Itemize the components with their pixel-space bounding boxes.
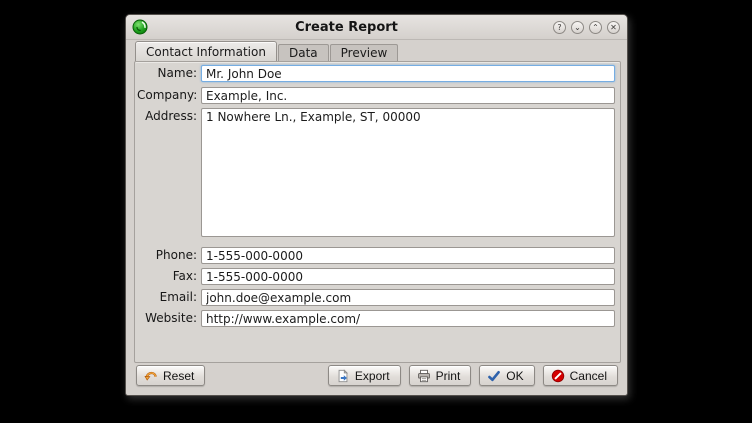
tab-bar: Contact Information Data Preview xyxy=(135,42,399,61)
address-field[interactable]: 1 Nowhere Ln., Example, ST, 00000 xyxy=(201,108,615,237)
website-field[interactable] xyxy=(201,310,615,327)
print-label: Print xyxy=(436,369,461,383)
printer-icon xyxy=(417,369,431,383)
email-label: Email: xyxy=(137,289,197,306)
email-field[interactable] xyxy=(201,289,615,306)
cancel-button[interactable]: Cancel xyxy=(543,365,618,386)
help-button[interactable]: ? xyxy=(553,21,566,34)
fax-label: Fax: xyxy=(137,268,197,285)
document-export-icon xyxy=(336,369,350,383)
ok-label: OK xyxy=(506,369,523,383)
window-controls: ? ⌄ ⌃ ✕ xyxy=(553,21,620,34)
shade-up-button[interactable]: ⌃ xyxy=(589,21,602,34)
website-label: Website: xyxy=(137,310,197,327)
cancel-label: Cancel xyxy=(570,369,607,383)
company-label: Company: xyxy=(137,87,197,104)
check-icon xyxy=(487,369,501,383)
close-button[interactable]: ✕ xyxy=(607,21,620,34)
export-label: Export xyxy=(355,369,390,383)
titlebar[interactable]: Create Report ? ⌄ ⌃ ✕ xyxy=(126,15,627,40)
name-field[interactable] xyxy=(201,65,615,82)
print-button[interactable]: Print xyxy=(409,365,472,386)
no-entry-icon xyxy=(551,369,565,383)
create-report-dialog: Create Report ? ⌄ ⌃ ✕ Contact Informatio… xyxy=(125,14,628,396)
contact-information-pane: Name: Company: Address: 1 Nowhere Ln., E… xyxy=(134,61,621,363)
phone-label: Phone: xyxy=(137,247,197,264)
shade-down-button[interactable]: ⌄ xyxy=(571,21,584,34)
reset-label: Reset xyxy=(163,369,194,383)
tab-data[interactable]: Data xyxy=(278,44,329,61)
tab-contact-information[interactable]: Contact Information xyxy=(135,41,277,61)
address-label: Address: xyxy=(137,108,197,125)
reset-button[interactable]: Reset xyxy=(136,365,205,386)
window-title: Create Report xyxy=(156,15,537,40)
name-label: Name: xyxy=(137,65,197,82)
app-icon xyxy=(132,19,148,35)
tab-preview[interactable]: Preview xyxy=(330,44,399,61)
button-row: Reset Export Print xyxy=(136,365,618,386)
company-field[interactable] xyxy=(201,87,615,104)
phone-field[interactable] xyxy=(201,247,615,264)
fax-field[interactable] xyxy=(201,268,615,285)
ok-button[interactable]: OK xyxy=(479,365,534,386)
export-button[interactable]: Export xyxy=(328,365,401,386)
undo-arrow-icon xyxy=(144,369,158,383)
